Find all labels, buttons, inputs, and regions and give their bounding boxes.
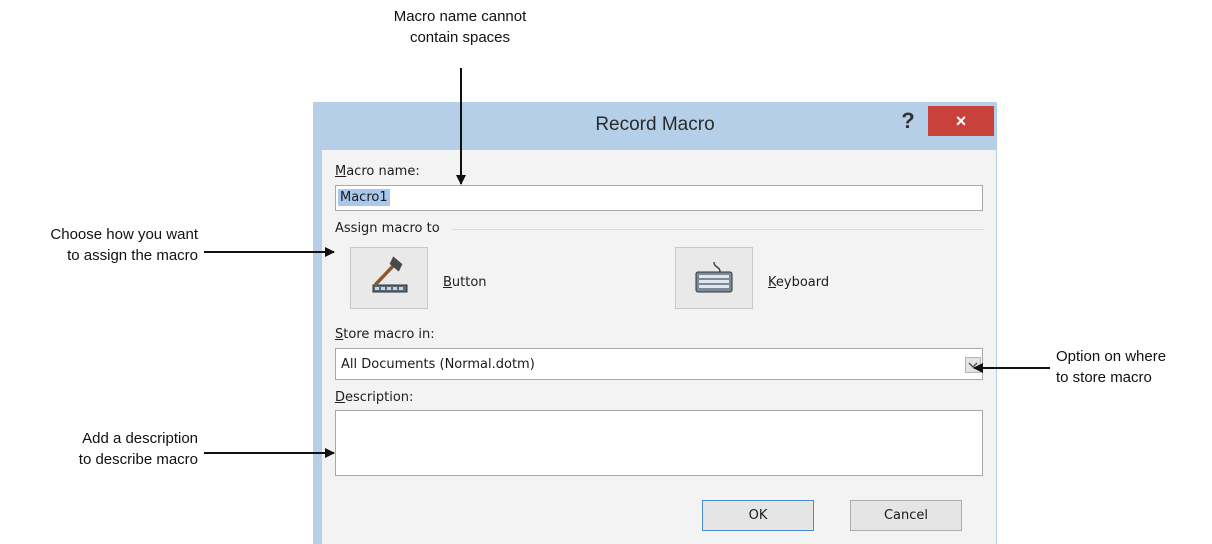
store-macro-label: Store macro in: <box>335 327 435 342</box>
callout-line: Macro name cannot <box>393 8 527 25</box>
assign-keyboard-button[interactable] <box>675 247 753 309</box>
assign-button-button[interactable] <box>350 247 428 309</box>
close-icon: × <box>955 111 967 131</box>
assign-divider <box>452 229 984 230</box>
description-textarea[interactable] <box>335 410 983 476</box>
callout-line: to store macro <box>1056 369 1152 386</box>
callout-store-note: Option on where to store macro <box>1056 346 1206 388</box>
callout-macro-name-note: Macro name cannot contain spaces <box>330 6 590 48</box>
macro-name-input[interactable]: Macro1 <box>335 185 983 211</box>
callout-line: Option on where <box>1056 348 1167 365</box>
keyboard-icon <box>695 261 733 293</box>
assign-macro-label: Assign macro to <box>335 221 440 236</box>
callout-line: to describe macro <box>78 451 198 468</box>
callout-line: Choose how you want <box>50 226 198 243</box>
chevron-down-glyph <box>968 362 978 369</box>
access-key: K <box>768 275 776 290</box>
cancel-button[interactable]: Cancel <box>850 500 962 531</box>
description-label: Description: <box>335 390 413 405</box>
store-macro-select[interactable]: All Documents (Normal.dotm) <box>335 348 983 380</box>
callout-line: contain spaces <box>409 29 511 46</box>
label-text: utton <box>451 275 487 290</box>
access-key: B <box>443 275 452 290</box>
label-text: escription: <box>345 390 414 405</box>
access-key: D <box>335 390 346 405</box>
dialog-titlebar[interactable]: Record Macro ? × <box>313 102 997 150</box>
label-text: tore macro in: <box>343 327 435 342</box>
access-key: M <box>335 164 347 179</box>
callout-assign-note: Choose how you want to assign the macro <box>0 224 198 266</box>
button-label: Button <box>443 275 487 290</box>
label-text: acro name: <box>346 164 420 179</box>
help-button[interactable]: ? <box>895 108 921 134</box>
hammer-toolbar-icon <box>372 256 408 293</box>
dialog-body: Macro name: Macro1 Assign macro to Butto… <box>322 150 996 544</box>
ok-button[interactable]: OK <box>702 500 814 531</box>
callout-line: Add a description <box>82 430 198 447</box>
macro-name-label: Macro name: <box>335 164 420 179</box>
callout-line: to assign the macro <box>67 247 198 264</box>
chevron-down-icon[interactable] <box>965 357 981 373</box>
keyboard-label: Keyboard <box>768 275 829 290</box>
record-macro-dialog: Record Macro ? × Macro name: Macro1 Assi… <box>313 102 997 544</box>
store-macro-value: All Documents (Normal.dotm) <box>341 357 535 372</box>
close-button[interactable]: × <box>928 106 994 136</box>
label-text: eyboard <box>775 275 830 290</box>
callout-description-note: Add a description to describe macro <box>0 428 198 470</box>
macro-name-value: Macro1 <box>338 189 390 206</box>
